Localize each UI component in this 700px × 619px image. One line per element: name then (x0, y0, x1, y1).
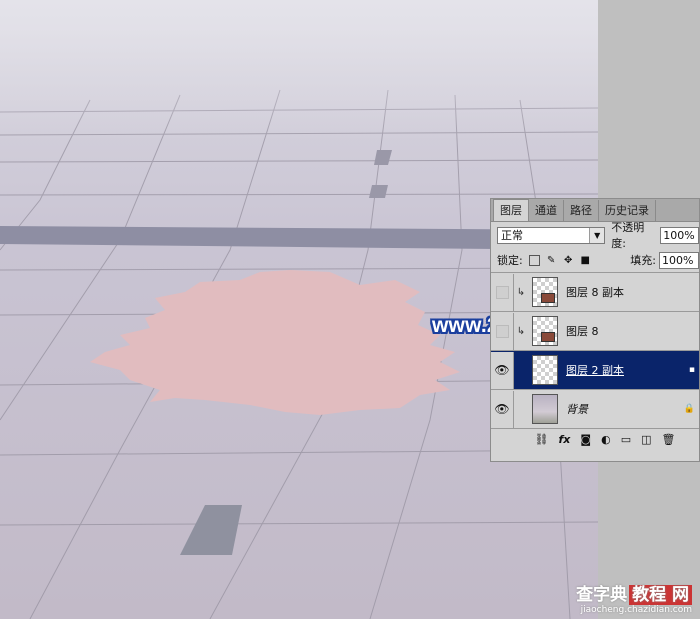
layer-thumbnail (532, 277, 558, 307)
tab-layers[interactable]: 图层 (493, 199, 529, 221)
mask-icon[interactable]: ◙ (580, 433, 591, 446)
layer-row[interactable]: ↳ 图层 8 (491, 312, 699, 351)
hidden-eye-icon (495, 285, 509, 299)
site-watermark: 查字典 教程 网 jiaocheng.chazidian.com (576, 580, 692, 615)
tab-history[interactable]: 历史记录 (599, 200, 656, 221)
fill-field[interactable]: 100% (659, 251, 699, 269)
layer-row[interactable]: ↳ 图层 8 副本 (491, 273, 699, 312)
layers-panel: 图层 通道 路径 历史记录 正常 ▼ 不透明度: 100% 锁定: ✎ ✥ ■ … (490, 198, 700, 462)
panel-tabs: 图层 通道 路径 历史记录 (491, 199, 699, 222)
blend-mode-value: 正常 (501, 229, 523, 242)
lock-transparency-icon[interactable] (528, 254, 540, 266)
layer-name: 背景 (566, 403, 588, 416)
fx-icon[interactable]: fx (559, 433, 571, 446)
chevron-down-icon[interactable]: ▼ (589, 227, 605, 243)
layer-thumbnail (532, 316, 558, 346)
visibility-toggle[interactable]: 👁 (491, 390, 514, 428)
clip-arrow-icon: ↳ (516, 325, 526, 337)
layer-thumbnail (532, 394, 558, 424)
trash-icon[interactable]: 🗑 (662, 433, 676, 446)
lock-all-icon[interactable]: ■ (580, 255, 591, 266)
site-tag: 教程 网 (629, 585, 692, 605)
layer-row[interactable]: 👁 背景 🔒 (491, 390, 699, 429)
site-brand: 查字典 (576, 585, 628, 605)
clip-arrow-icon: ↳ (516, 286, 526, 298)
eye-icon: 👁 (494, 402, 510, 416)
visibility-toggle[interactable] (491, 273, 514, 311)
new-layer-icon[interactable]: ◫ (641, 433, 651, 446)
layer-name: 图层 8 副本 (566, 286, 624, 299)
site-url: jiaocheng.chazidian.com (580, 605, 692, 615)
adjustment-icon[interactable]: ◐ (601, 433, 611, 446)
lock-position-icon[interactable]: ✥ (563, 255, 574, 266)
link-icon[interactable]: ⛓ (535, 433, 549, 446)
opacity-label: 不透明度: (611, 221, 645, 250)
hidden-eye-icon (495, 324, 509, 338)
layer-name: 图层 2 副本 (566, 364, 624, 377)
layer-options-icon: ▪ (688, 365, 695, 375)
visibility-toggle[interactable]: 👁 (491, 351, 514, 389)
lock-label: 锁定: (497, 254, 523, 267)
opacity-field[interactable]: 100% (660, 226, 699, 244)
eye-icon: 👁 (494, 363, 510, 377)
folder-icon[interactable]: ▭ (621, 433, 631, 446)
tab-channels[interactable]: 通道 (529, 200, 564, 221)
lock-icon: 🔒 (683, 404, 695, 414)
layer-row-selected[interactable]: 👁 图层 2 副本 ▪ (491, 351, 699, 390)
fill-label: 填充: (630, 254, 656, 267)
tab-paths[interactable]: 路径 (564, 200, 599, 221)
visibility-toggle[interactable] (491, 312, 514, 350)
blend-mode-select[interactable]: 正常 ▼ (497, 226, 606, 244)
layer-thumbnail (532, 355, 558, 385)
panel-footer: ⛓ fx ◙ ◐ ▭ ◫ 🗑 (491, 429, 699, 449)
lock-pixels-icon[interactable]: ✎ (546, 255, 557, 266)
layer-name: 图层 8 (566, 325, 599, 338)
